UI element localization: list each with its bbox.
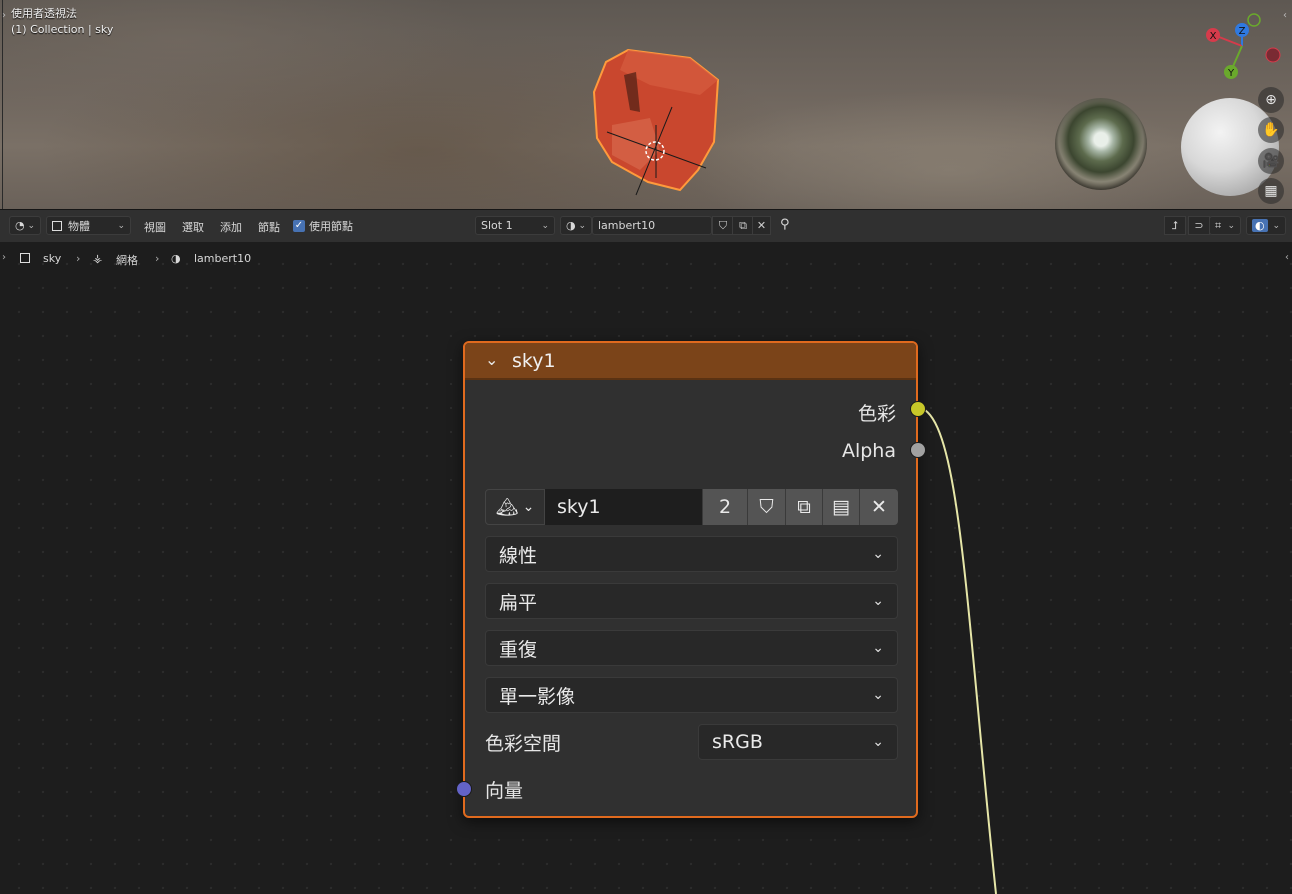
use-nodes-checkbox[interactable]: ✓ 使用節點 [293, 218, 353, 234]
hdri-preview-ball [1055, 98, 1147, 190]
grid-icon[interactable]: ▦ [1258, 178, 1284, 204]
chevron-down-icon: ⌄ [872, 546, 884, 562]
color-space-dropdown[interactable]: sRGB ⌄ [698, 724, 898, 760]
chevron-down-icon: ⌄ [522, 499, 535, 515]
snap-grid-icon: ⌗ [1215, 218, 1222, 232]
pan-hand-icon[interactable]: ✋ [1258, 117, 1284, 143]
chevron-down-icon: ⌄ [872, 640, 884, 656]
projection-value: 扁平 [499, 591, 538, 614]
camera-icon[interactable]: 🎥 [1258, 148, 1284, 174]
breadcrumb-material[interactable]: lambert10 [194, 252, 251, 265]
chevron-down-icon: ⌄ [872, 734, 884, 750]
chevron-right-icon: › [2, 252, 6, 263]
collapse-chevron-icon[interactable]: ⌄ [485, 350, 498, 369]
menu-node[interactable]: 節點 [258, 219, 280, 235]
output-alpha-socket[interactable] [910, 442, 926, 458]
unlink-close-icon[interactable]: ✕ [860, 489, 898, 525]
chevron-left-icon: ‹ [1285, 252, 1289, 263]
color-space-label: 色彩空間 [485, 733, 562, 755]
material-sphere-icon: ◑ [171, 252, 181, 265]
snap-options-dropdown[interactable]: ⌗ ⌄ [1209, 216, 1241, 235]
image-browse-button[interactable]: 🏔 ⌄ [485, 489, 545, 525]
image-icon: 🏔 [495, 496, 519, 518]
source-dropdown[interactable]: 單一影像 ⌄ [485, 677, 898, 713]
slot-label: Slot 1 [481, 219, 513, 232]
node-title: sky1 [512, 350, 556, 372]
use-nodes-label: 使用節點 [309, 220, 353, 233]
open-image-icon[interactable]: ▤ [823, 489, 860, 525]
node-editor-icon: ◔ [15, 219, 25, 232]
gizmo-y-label: Y [1227, 68, 1235, 79]
menu-view[interactable]: 視圖 [144, 219, 166, 235]
material-sphere-icon: ◑ [566, 219, 576, 232]
overlay-dropdown[interactable]: ◐ ⌄ [1246, 216, 1286, 235]
material-name-field[interactable]: lambert10 [592, 216, 712, 235]
image-name: sky1 [557, 496, 601, 518]
output-color-label: 色彩 [857, 403, 896, 425]
unlink-close-icon[interactable]: ✕ [752, 216, 771, 235]
breadcrumb: › sky › ⚶ 網格 › ◑ lambert10 ‹ [0, 250, 1292, 268]
chevron-down-icon: ⌄ [27, 220, 35, 231]
object-mode-label: 物體 [68, 219, 90, 233]
gizmo-x-label: X [1210, 31, 1217, 42]
menu-add[interactable]: 添加 [220, 219, 242, 235]
material-browse-button[interactable]: ◑ ⌄ [560, 216, 592, 235]
color-space-value: sRGB [712, 731, 763, 753]
object-icon [52, 220, 62, 231]
navigation-gizmo[interactable]: Z X Y [1200, 8, 1286, 88]
duplicate-icon[interactable]: ⧉ [786, 489, 823, 525]
chevron-down-icon: ⌄ [1272, 220, 1280, 231]
chevron-down-icon: ⌄ [872, 593, 884, 609]
pin-icon[interactable]: ⚲ [780, 217, 790, 232]
node-editor-header: ◔ ⌄ 物體 ⌄ 視圖 選取 添加 節點 ✓ 使用節點 Slot 1 ⌄ ◑ ⌄ l… [0, 209, 1292, 242]
chevron-down-icon: ⌄ [541, 220, 549, 231]
interpolation-dropdown[interactable]: 線性 ⌄ [485, 536, 898, 572]
editor-type-button[interactable]: ◔ ⌄ [9, 216, 41, 235]
projection-dropdown[interactable]: 扁平 ⌄ [485, 583, 898, 619]
output-color-socket[interactable] [910, 401, 926, 417]
duplicate-icon[interactable]: ⧉ [732, 216, 754, 235]
slot-dropdown[interactable]: Slot 1 ⌄ [475, 216, 555, 235]
breadcrumb-mesh[interactable]: 網格 [116, 252, 138, 268]
parent-icon[interactable]: ⮥ [1164, 216, 1186, 235]
chevron-down-icon: ⌄ [872, 687, 884, 703]
material-name: lambert10 [598, 219, 656, 232]
user-count: 2 [718, 496, 732, 518]
interpolation-value: 線性 [499, 544, 538, 567]
image-name-field[interactable]: sky1 [545, 489, 703, 525]
extension-value: 重復 [499, 638, 538, 661]
breadcrumb-object[interactable]: sky [43, 252, 61, 265]
checkmark-icon: ✓ [293, 220, 305, 232]
input-vector-socket[interactable] [456, 781, 472, 797]
3d-viewport[interactable]: › ‹ 使用者透視法 (1) Collection | sky Z X Y ⊕ … [0, 0, 1292, 209]
zoom-icon[interactable]: ⊕ [1258, 87, 1284, 113]
source-value: 單一影像 [499, 685, 576, 708]
object-mode-dropdown[interactable]: 物體 ⌄ [46, 216, 131, 235]
chevron-down-icon: ⌄ [1227, 220, 1235, 231]
node-header[interactable]: ⌄ sky1 [465, 343, 916, 380]
chevron-right-icon: › [76, 252, 81, 265]
user-count-button[interactable]: 2 [703, 489, 748, 525]
chevron-down-icon: ⌄ [117, 220, 125, 231]
extension-dropdown[interactable]: 重復 ⌄ [485, 630, 898, 666]
snap-icon[interactable]: ⊃ [1188, 216, 1210, 235]
chevron-down-icon: ⌄ [578, 220, 586, 231]
output-alpha-label: Alpha [841, 440, 896, 462]
input-vector-label: 向量 [485, 780, 524, 802]
fake-user-shield-icon[interactable]: ⛉ [712, 216, 734, 235]
gizmo-z-label: Z [1239, 26, 1246, 37]
image-texture-node[interactable]: ⌄ sky1 色彩 Alpha 🏔 ⌄ sky1 2 ⛉ ⧉ ▤ ✕ 線性 ⌄ 扁平… [456, 341, 926, 818]
menu-select[interactable]: 選取 [182, 219, 204, 235]
image-datablock-row: 🏔 ⌄ sky1 2 ⛉ ⧉ ▤ ✕ [485, 489, 898, 525]
overlay-icon: ◐ [1252, 219, 1268, 232]
mesh-icon: ⚶ [93, 252, 103, 265]
chevron-right-icon: › [155, 252, 160, 265]
fake-user-shield-icon[interactable]: ⛉ [748, 489, 786, 525]
